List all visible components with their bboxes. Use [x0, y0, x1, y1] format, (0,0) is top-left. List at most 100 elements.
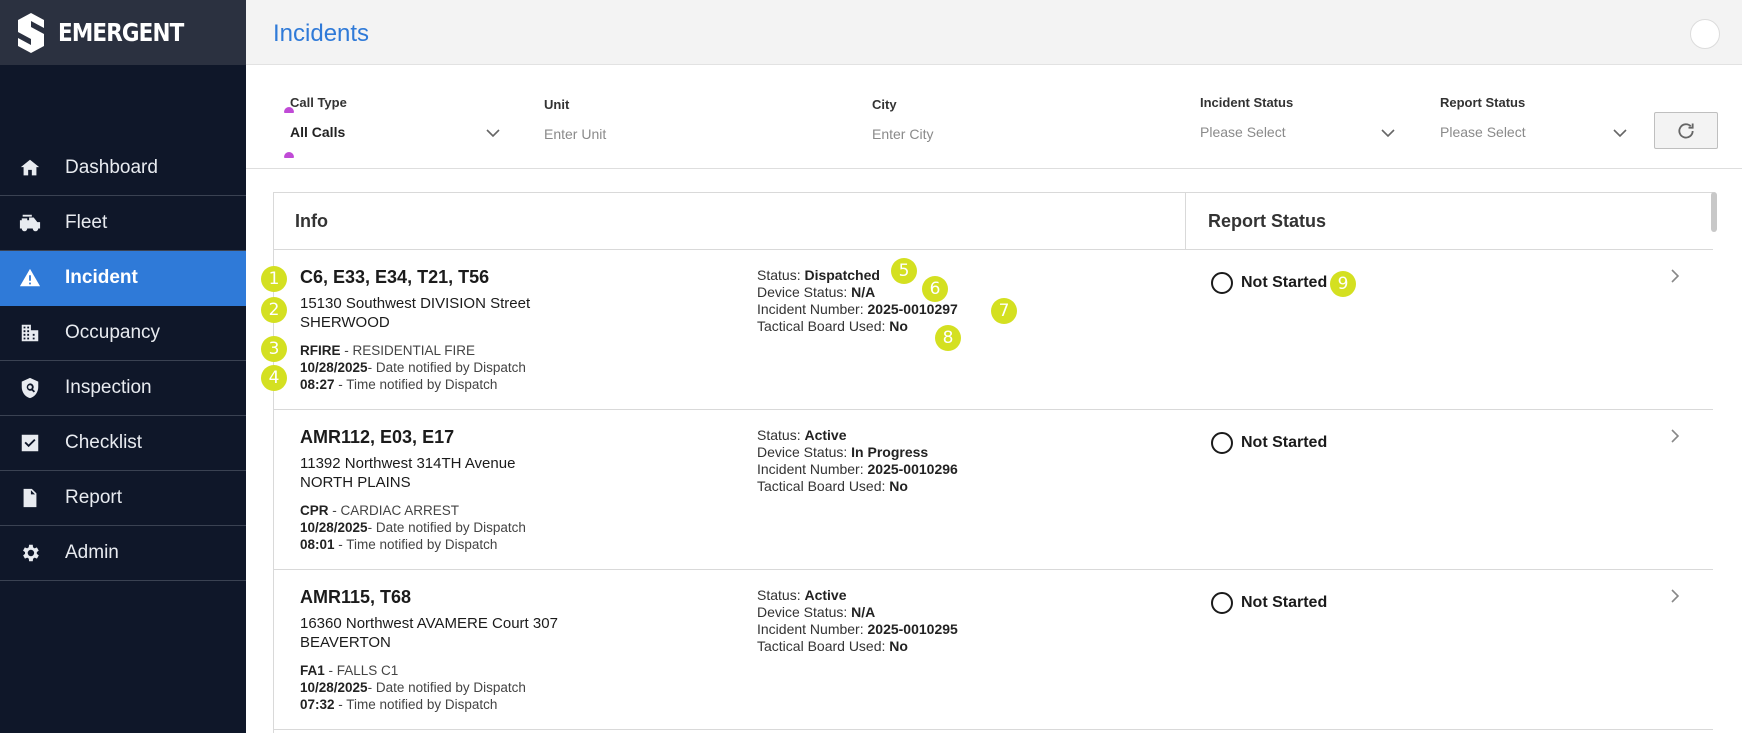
unit-field[interactable]: Unit Enter Unit: [544, 97, 804, 142]
unit-label: Unit: [544, 97, 570, 112]
tactical-board-label: Tactical Board Used:: [757, 318, 890, 334]
annotation-marker: 3: [261, 336, 287, 362]
call-desc: - RESIDENTIAL FIRE: [340, 343, 476, 358]
chevron-right-icon[interactable]: [1668, 267, 1682, 285]
call-code: FA1: [300, 663, 325, 678]
report-status: Not Started: [1211, 592, 1327, 614]
tactical-board-label: Tactical Board Used:: [757, 638, 890, 654]
call-type-select[interactable]: Call Type All Calls: [290, 95, 500, 140]
incident-number-value: 2025-0010295: [867, 621, 958, 637]
address: 15130 Southwest DIVISION Street SHERWOOD: [300, 294, 530, 332]
table-row[interactable]: AMR112, E03, E17 11392 Northwest 314TH A…: [274, 410, 1713, 570]
dispatch-date-label: - Date notified by Dispatch: [367, 360, 526, 375]
tactical-board-value: No: [889, 318, 908, 334]
incident-status-value: Please Select: [1200, 124, 1286, 140]
table-row[interactable]: AMR115, T68 16360 Northwest AVAMERE Cour…: [274, 570, 1713, 730]
city-label: City: [872, 97, 897, 112]
dispatch-time-label: - Time notified by Dispatch: [334, 697, 498, 712]
chevron-down-icon[interactable]: [1612, 125, 1628, 141]
address: 11392 Northwest 314TH Avenue NORTH PLAIN…: [300, 454, 515, 492]
device-status-value: N/A: [851, 604, 876, 620]
address-city: NORTH PLAINS: [300, 474, 411, 491]
address-city: SHERWOOD: [300, 314, 390, 331]
device-status-value: In Progress: [851, 444, 929, 460]
units: C6, E33, E34, T21, T56: [300, 267, 490, 287]
tactical-board-value: No: [889, 638, 908, 654]
device-status-value: N/A: [851, 284, 876, 300]
sidebar-item-label: Report: [65, 487, 123, 508]
units: AMR115, T68: [300, 587, 412, 607]
call-code: RFIRE: [300, 343, 341, 358]
circle-outline-icon: [1211, 272, 1233, 294]
sidebar: EMERGENT Dashboard Fleet Incident Occupa…: [0, 0, 246, 733]
sidebar-item-label: Admin: [65, 542, 119, 563]
annotation-marker: 1: [261, 266, 287, 292]
call-desc: - FALLS C1: [324, 663, 399, 678]
sidebar-item-fleet[interactable]: Fleet: [0, 196, 246, 251]
annotation-marker: 2: [261, 297, 287, 323]
building-icon: [18, 321, 42, 345]
fire-truck-icon: [18, 211, 42, 235]
incident-number-label: Incident Number:: [757, 301, 868, 317]
call-code: CPR: [300, 503, 329, 518]
address-street: 15130 Southwest DIVISION Street: [300, 295, 531, 312]
chevron-down-icon[interactable]: [1380, 125, 1396, 141]
brand-name: EMERGENT: [58, 18, 184, 47]
dispatch-date: 10/28/2025: [300, 360, 368, 375]
report-status-text: Not Started: [1241, 434, 1328, 451]
sidebar-item-inspection[interactable]: Inspection: [0, 361, 246, 416]
avatar[interactable]: [1690, 19, 1720, 49]
emergent-logo-icon: [18, 12, 44, 53]
sidebar-item-report[interactable]: Report: [0, 471, 246, 526]
annotation-marker: 6: [922, 276, 948, 302]
annotation-marker: 5: [891, 258, 917, 284]
table-header: Info Report Status: [274, 193, 1713, 250]
city-field[interactable]: City Enter City: [872, 97, 1132, 142]
sidebar-item-checklist[interactable]: Checklist: [0, 416, 246, 471]
report-status-text: Not Started: [1241, 274, 1328, 291]
sidebar-item-occupancy[interactable]: Occupancy: [0, 306, 246, 361]
refresh-button[interactable]: [1654, 112, 1718, 149]
address-city: BEAVERTON: [300, 634, 391, 651]
dispatch-date-label: - Date notified by Dispatch: [367, 680, 526, 695]
call-desc: - CARDIAC ARREST: [328, 503, 460, 518]
call-info: CPR - CARDIAC ARREST 10/28/2025- Date no…: [300, 502, 526, 553]
call-info: RFIRE - RESIDENTIAL FIRE 10/28/2025- Dat…: [300, 342, 526, 393]
pin-marker-icon: [284, 107, 294, 113]
sidebar-item-dashboard[interactable]: Dashboard: [0, 141, 246, 196]
city-input[interactable]: Enter City: [872, 126, 1132, 142]
sidebar-item-label: Checklist: [65, 432, 143, 453]
circle-outline-icon: [1211, 432, 1233, 454]
sidebar-item-incident[interactable]: Incident: [0, 251, 246, 306]
page-title: Incidents: [273, 20, 370, 47]
call-type-value: All Calls: [290, 124, 346, 140]
sidebar-item-label: Inspection: [65, 377, 152, 398]
circle-outline-icon: [1211, 592, 1233, 614]
incident-status-select[interactable]: Incident Status Please Select: [1200, 95, 1400, 140]
table-row[interactable]: C6, E33, E34, T21, T56 15130 Southwest D…: [274, 250, 1713, 410]
chevron-down-icon[interactable]: [485, 125, 501, 141]
dispatch-time-label: - Time notified by Dispatch: [334, 377, 498, 392]
brand[interactable]: EMERGENT: [0, 0, 246, 65]
call-info: FA1 - FALLS C1 10/28/2025- Date notified…: [300, 662, 526, 713]
status-label: Status:: [757, 587, 805, 603]
incident-number-label: Incident Number:: [757, 461, 868, 477]
incident-number-value: 2025-0010296: [867, 461, 958, 477]
filter-bar: Call Type All Calls Unit Enter Unit City…: [246, 65, 1742, 169]
sidebar-item-label: Fleet: [65, 212, 108, 233]
chevron-right-icon[interactable]: [1668, 427, 1682, 445]
status-value: Active: [804, 587, 847, 603]
tactical-board-label: Tactical Board Used:: [757, 478, 890, 494]
sidebar-item-label: Dashboard: [65, 157, 158, 178]
report-status-label: Report Status: [1440, 95, 1526, 110]
annotation-marker: 4: [261, 365, 287, 391]
chevron-right-icon[interactable]: [1668, 587, 1682, 605]
address-street: 11392 Northwest 314TH Avenue: [300, 455, 516, 472]
unit-input[interactable]: Enter Unit: [544, 126, 804, 142]
scrollbar[interactable]: [1711, 192, 1717, 232]
report-status-select[interactable]: Report Status Please Select: [1440, 95, 1640, 140]
warning-icon: [18, 266, 42, 290]
report-status-value: Please Select: [1440, 124, 1526, 140]
refresh-icon: [1678, 122, 1694, 139]
sidebar-item-admin[interactable]: Admin: [0, 526, 246, 581]
